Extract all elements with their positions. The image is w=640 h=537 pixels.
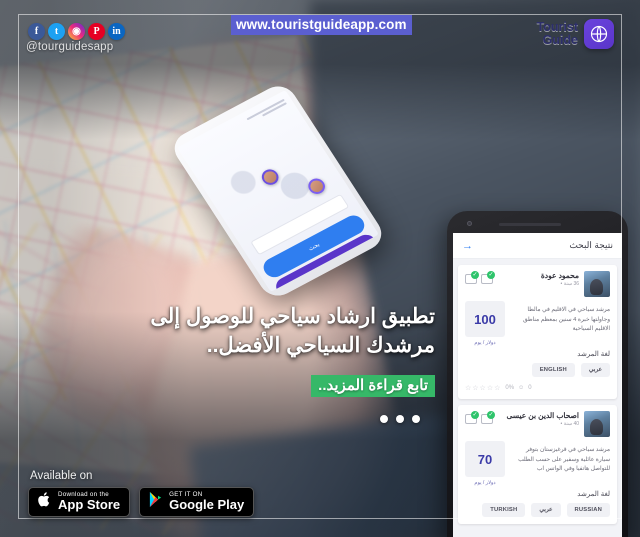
- brand-wordmark: Tourist Guide: [537, 21, 578, 47]
- avatar: [584, 271, 610, 297]
- twitter-icon[interactable]: t: [48, 23, 65, 40]
- android-mockup: → نتيجة البحث محمود عودة 36 سنة •: [447, 211, 628, 537]
- language-chips: TURKISH عربي RUSSIAN: [465, 503, 610, 517]
- carousel-dot[interactable]: [412, 415, 420, 423]
- rating-percent: 0%: [505, 385, 515, 391]
- linkedin-icon[interactable]: in: [108, 23, 125, 40]
- social-handle: @tourguidesapp: [26, 41, 114, 53]
- googleplay-button[interactable]: GET IT ON Google Play: [139, 487, 255, 517]
- language-chip[interactable]: RUSSIAN: [566, 503, 610, 517]
- read-more-button[interactable]: تابع قراءة المزيد..: [311, 375, 435, 397]
- price-block: 70 دولار / يوم: [465, 441, 505, 486]
- website-url[interactable]: www.touristguideapp.com: [231, 15, 412, 35]
- poster-canvas: بحث تسجيل الدخول → نتيجة البحث محمود ع: [0, 0, 640, 537]
- brand-line-2: Guide: [542, 33, 578, 47]
- language-chip[interactable]: ENGLISH: [531, 363, 575, 377]
- guide-name: اصحاب الدين بن عيسى: [506, 411, 579, 420]
- guide-meta: 40 سنة •: [560, 421, 579, 427]
- pinterest-icon[interactable]: P: [88, 23, 105, 40]
- carousel-indicator[interactable]: [380, 415, 420, 423]
- guide-card-body: 100 دولار / يوم مرشد سياحي في الاقليم في…: [465, 301, 610, 346]
- globe-icon: [584, 19, 614, 49]
- carousel-dot[interactable]: [380, 415, 388, 423]
- guide-card[interactable]: محمود عودة 36 سنة • 100 دولار / يوم مرشد…: [458, 265, 617, 399]
- guide-card-header: اصحاب الدين بن عيسى 40 سنة •: [465, 411, 610, 437]
- store-badges: Download on the App Store GET IT ON Goog…: [28, 487, 255, 517]
- price-value: 70: [465, 441, 505, 477]
- guide-identity: اصحاب الدين بن عيسى 40 سنة •: [507, 411, 579, 427]
- earpiece-speaker: [499, 223, 561, 226]
- social-links: f t ◉ P in: [28, 23, 125, 40]
- rating-row: ☆☆☆☆☆ 0% ☺ 0: [465, 384, 610, 392]
- android-topbar: → نتيجة البحث: [453, 233, 622, 259]
- language-label: لغة المرشد: [577, 351, 610, 358]
- appstore-big-label: App Store: [58, 497, 121, 513]
- available-on-label: Available on: [30, 470, 93, 482]
- language-chip[interactable]: عربي: [580, 363, 610, 377]
- apple-icon: [37, 491, 52, 513]
- price-value: 100: [465, 301, 505, 337]
- price-block: 100 دولار / يوم: [465, 301, 505, 346]
- headline-line-1: تطبيق ارشاد سياحي للوصول إلى: [150, 305, 435, 328]
- verification-badges: [465, 271, 495, 284]
- guide-name: محمود عودة: [540, 271, 579, 280]
- front-camera-icon: [467, 221, 472, 226]
- price-unit: دولار / يوم: [474, 340, 496, 346]
- language-chips: ENGLISH عربي: [465, 363, 610, 377]
- play-triangle-icon: [148, 491, 163, 513]
- verified-id-icon: [481, 411, 495, 424]
- arrow-right-icon[interactable]: →: [462, 240, 473, 252]
- android-screen-title: نتيجة البحث: [569, 240, 613, 250]
- appstore-label: Download on the App Store: [58, 491, 121, 513]
- brand-logo: Tourist Guide: [537, 19, 614, 49]
- avatar: [584, 411, 610, 437]
- guide-card[interactable]: اصحاب الدين بن عيسى 40 سنة • 70 دولار / …: [458, 405, 617, 524]
- instagram-icon[interactable]: ◉: [68, 23, 85, 40]
- language-label: لغة المرشد: [577, 491, 610, 498]
- guide-description: مرشد سياحي في الاقليم في مالطا وجاولتها …: [523, 307, 610, 333]
- headline-line-2: مرشدك السياحي الأفضل..: [206, 333, 435, 357]
- facebook-icon[interactable]: f: [28, 23, 45, 40]
- guide-identity: محمود عودة 36 سنة •: [541, 271, 579, 287]
- page-title: تطبيق ارشاد سياحي للوصول إلى مرشدك السيا…: [95, 303, 435, 361]
- language-chip[interactable]: TURKISH: [482, 503, 526, 517]
- price-unit: دولار / يوم: [474, 480, 496, 486]
- guide-meta: 36 سنة •: [560, 281, 579, 287]
- appstore-button[interactable]: Download on the App Store: [28, 487, 131, 517]
- googleplay-label: GET IT ON Google Play: [169, 491, 245, 513]
- verified-license-icon: [465, 411, 479, 424]
- googleplay-big-label: Google Play: [169, 497, 245, 513]
- rating-count: 0: [528, 385, 532, 391]
- verified-license-icon: [465, 271, 479, 284]
- android-screen: → نتيجة البحث محمود عودة 36 سنة •: [453, 233, 622, 537]
- guide-card-header: محمود عودة 36 سنة •: [465, 271, 610, 297]
- guide-description: مرشد سياحي في قرغيزستان بتوفر سيارة عائل…: [518, 447, 610, 473]
- verification-badges: [465, 411, 495, 424]
- language-chip[interactable]: عربي: [531, 503, 561, 517]
- star-rating-icon: ☆☆☆☆☆: [465, 385, 502, 392]
- verified-id-icon: [481, 271, 495, 284]
- guide-card-body: 70 دولار / يوم مرشد سياحي في قرغيزستان ب…: [465, 441, 610, 486]
- carousel-dot[interactable]: [396, 415, 404, 423]
- person-icon: ☺: [518, 385, 525, 391]
